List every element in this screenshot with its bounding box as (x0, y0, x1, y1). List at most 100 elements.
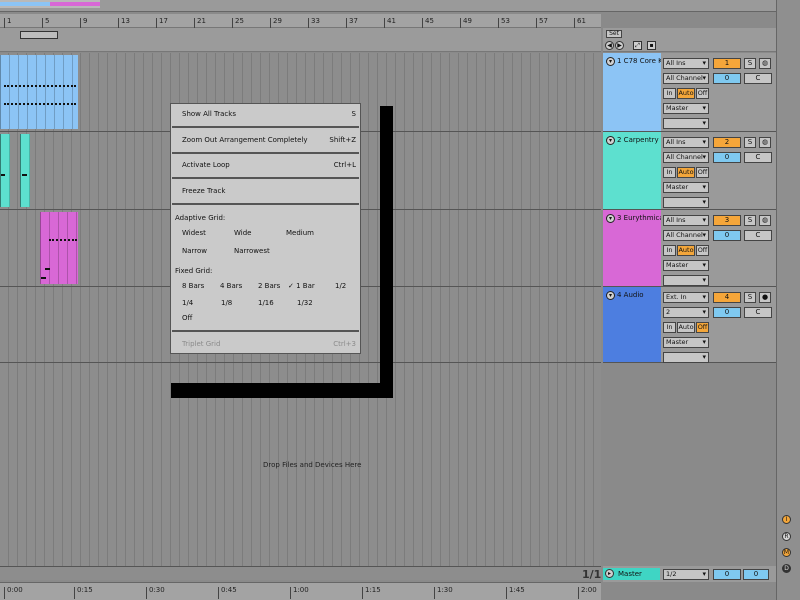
output-select[interactable]: Master (663, 103, 709, 114)
menu-item-freeze-track[interactable]: Freeze Track (182, 187, 225, 195)
monitor-off-button[interactable]: Off (696, 88, 709, 99)
track-activator-button[interactable]: 4 (713, 292, 741, 303)
solo-button[interactable]: S (744, 215, 756, 226)
track-volume[interactable]: 0 (713, 230, 741, 241)
grid-option-off[interactable]: Off (182, 314, 192, 322)
track-activator-button[interactable]: 2 (713, 137, 741, 148)
output-channel-select[interactable] (663, 118, 709, 129)
grid-option-1-16[interactable]: 1/16 (258, 299, 274, 307)
monitor-off-button[interactable]: Off (696, 167, 709, 178)
master-title-bar[interactable]: ▸ Master (603, 568, 660, 580)
grid-option-1-32[interactable]: 1/32 (297, 299, 313, 307)
track-pan[interactable]: C (744, 307, 772, 318)
track-volume[interactable]: 0 (713, 152, 741, 163)
loop-brace[interactable] (20, 31, 58, 39)
track-activator-button[interactable]: 1 (713, 58, 741, 69)
record-arm-icon[interactable]: ◍ (759, 215, 771, 226)
menu-item-zoom-out[interactable]: Zoom Out Arrangement Completely (182, 136, 308, 144)
solo-button[interactable]: S (744, 137, 756, 148)
output-channel-select[interactable] (663, 275, 709, 286)
output-channel-select[interactable] (663, 352, 709, 363)
set-button[interactable]: Set (606, 30, 622, 38)
monitor-off-button[interactable]: Off (696, 322, 709, 333)
menu-item-activate-loop[interactable]: Activate Loop (182, 161, 230, 169)
lock-icon[interactable]: ▪ (647, 41, 656, 50)
grid-option-2-bars[interactable]: 2 Bars (258, 282, 280, 290)
track-pan[interactable]: C (744, 152, 772, 163)
master-cue[interactable]: 0 (743, 569, 769, 580)
grid-option-medium[interactable]: Medium (286, 229, 314, 237)
track-title-bar[interactable]: ▾ 3 Eurythmical (603, 210, 661, 286)
input-type-select[interactable]: All Ins (663, 215, 709, 226)
nav-left-icon[interactable]: ◀ (605, 41, 614, 50)
return-toggle-icon[interactable]: R (782, 532, 791, 541)
master-lane[interactable] (0, 566, 601, 580)
track-volume[interactable]: 0 (713, 307, 741, 318)
monitor-auto-button[interactable]: Auto (677, 245, 695, 256)
output-select[interactable]: Master (663, 260, 709, 271)
time-ruler[interactable]: 0:00 0:15 0:30 0:45 1:00 1:15 1:30 1:45 … (0, 582, 601, 600)
grid-option-1-8[interactable]: 1/8 (221, 299, 232, 307)
io-toggle-icon[interactable]: I (782, 515, 791, 524)
menu-item-show-all-tracks[interactable]: Show All Tracks (182, 110, 236, 118)
monitor-in-button[interactable]: In (663, 322, 676, 333)
loop-bar[interactable] (0, 28, 601, 52)
fold-icon[interactable]: ▾ (606, 57, 615, 66)
master-output-select[interactable]: 1/2 (663, 569, 709, 580)
monitor-auto-button[interactable]: Auto (677, 167, 695, 178)
input-channel-select[interactable]: All Channel (663, 152, 709, 163)
track-header[interactable]: ▾ 4 Audio Ext. In 2 In Auto Off Master 4… (603, 287, 776, 363)
record-arm-icon[interactable]: ● (759, 292, 771, 303)
track-header[interactable]: ▾ 3 Eurythmical All Ins All Channel In A… (603, 210, 776, 287)
fold-icon[interactable]: ▾ (606, 291, 615, 300)
monitor-auto-button[interactable]: Auto (677, 88, 695, 99)
grid-option-8-bars[interactable]: 8 Bars (182, 282, 204, 290)
track-volume[interactable]: 0 (713, 73, 741, 84)
input-channel-select[interactable]: All Channel (663, 230, 709, 241)
monitor-auto-button[interactable]: Auto (677, 322, 695, 333)
grid-option-narrow[interactable]: Narrow (182, 247, 207, 255)
track-pan[interactable]: C (744, 230, 772, 241)
arrangement-overview[interactable] (0, 0, 776, 12)
fold-icon[interactable]: ▸ (605, 569, 614, 578)
grid-option-4-bars[interactable]: 4 Bars (220, 282, 242, 290)
beat-time-ruler[interactable]: 1 5 9 13 17 21 25 29 33 37 41 45 49 53 5… (0, 14, 601, 28)
track-header[interactable]: ▾ 2 Carpentry S All Ins All Channel In A… (603, 132, 776, 210)
output-select[interactable]: Master (663, 182, 709, 193)
grid-option-widest[interactable]: Widest (182, 229, 206, 237)
mixer-toggle-icon[interactable]: M (782, 548, 791, 557)
input-channel-select[interactable]: All Channel (663, 73, 709, 84)
input-type-select[interactable]: Ext. In (663, 292, 709, 303)
input-type-select[interactable]: All Ins (663, 137, 709, 148)
midi-clip[interactable] (40, 212, 78, 284)
grid-option-1-bar[interactable]: ✓ 1 Bar (288, 282, 315, 290)
track-title-bar[interactable]: ▾ 1 C78 Core Ki (603, 53, 661, 131)
monitor-in-button[interactable]: In (663, 88, 676, 99)
output-select[interactable]: Master (663, 337, 709, 348)
fold-icon[interactable]: ▾ (606, 136, 615, 145)
track-title-bar[interactable]: ▾ 2 Carpentry S (603, 132, 661, 209)
solo-button[interactable]: S (744, 292, 756, 303)
track-title-bar[interactable]: ▾ 4 Audio (603, 287, 661, 362)
master-volume[interactable]: 0 (713, 569, 741, 580)
expand-icon[interactable]: ⤢ (633, 41, 642, 50)
grid-option-1-2[interactable]: 1/2 (335, 282, 346, 290)
record-arm-icon[interactable]: ◍ (759, 137, 771, 148)
monitor-in-button[interactable]: In (663, 245, 676, 256)
grid-option-narrowest[interactable]: Narrowest (234, 247, 270, 255)
monitor-in-button[interactable]: In (663, 167, 676, 178)
track-pan[interactable]: C (744, 73, 772, 84)
output-channel-select[interactable] (663, 197, 709, 208)
input-type-select[interactable]: All Ins (663, 58, 709, 69)
delay-toggle-icon[interactable]: D (782, 564, 791, 573)
record-arm-icon[interactable]: ◍ (759, 58, 771, 69)
menu-item-triplet-grid[interactable]: Triplet Grid (182, 340, 220, 348)
track-activator-button[interactable]: 3 (713, 215, 741, 226)
fold-icon[interactable]: ▾ (606, 214, 615, 223)
midi-clip[interactable] (0, 134, 10, 207)
solo-button[interactable]: S (744, 58, 756, 69)
nav-right-icon[interactable]: ▶ (615, 41, 624, 50)
track-header[interactable]: ▾ 1 C78 Core Ki All Ins All Channel In A… (603, 53, 776, 132)
monitor-off-button[interactable]: Off (696, 245, 709, 256)
midi-clip[interactable] (20, 134, 30, 207)
